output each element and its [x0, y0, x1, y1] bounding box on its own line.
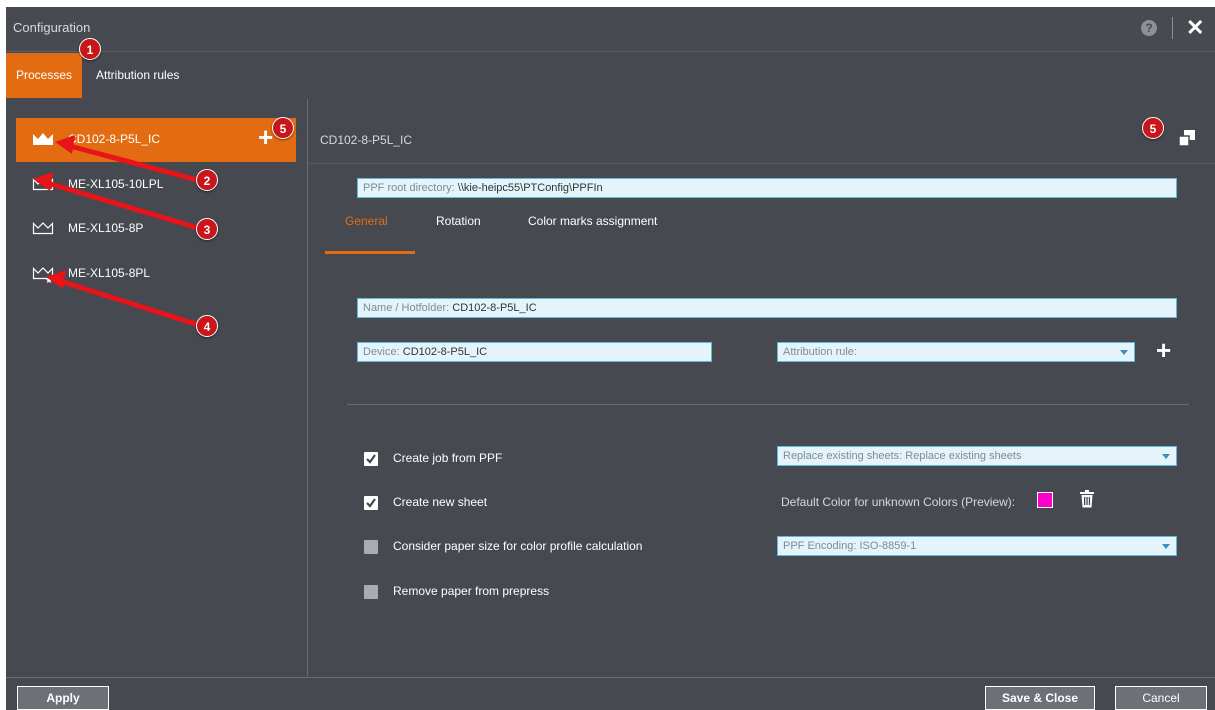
process-item-me-xl105-8pl[interactable]: ME-XL105-8PL — [16, 252, 296, 296]
crown-outline-icon — [32, 222, 54, 235]
ppf-root-directory-value: \\kie-heipc55\PTConfig\PPFIn — [457, 182, 603, 194]
help-icon[interactable]: ? — [1141, 20, 1157, 36]
process-detail: CD102-8-P5L_IC PPF root directory: \\kie… — [309, 99, 1215, 676]
create-new-sheet-checkbox[interactable] — [364, 496, 378, 510]
bottom-bar: Apply Save & Close Cancel — [6, 677, 1215, 710]
name-hotfolder-field[interactable]: Name / Hotfolder: CD102-8-P5L_IC — [357, 298, 1177, 318]
section-divider — [347, 404, 1189, 405]
name-hotfolder-label: Name / Hotfolder: — [363, 302, 450, 314]
ppf-encoding-value: ISO-8859-1 — [859, 540, 917, 552]
checkmark-icon — [366, 454, 376, 464]
remove-paper-from-prepress-label: Remove paper from prepress — [393, 584, 550, 598]
create-new-sheet-label: Create new sheet — [393, 495, 488, 509]
ppf-root-directory-field[interactable]: PPF root directory: \\kie-heipc55\PTConf… — [357, 178, 1177, 198]
save-close-button[interactable]: Save & Close — [985, 686, 1095, 710]
replace-existing-sheets-value: Replace existing sheets — [905, 450, 1022, 462]
subtab-rotation[interactable]: Rotation — [436, 214, 481, 228]
tab-attribution-rules[interactable]: Attribution rules — [90, 53, 185, 98]
chevron-down-icon — [1162, 544, 1170, 549]
replace-existing-sheets-label: Replace existing sheets: — [783, 450, 903, 462]
cancel-button[interactable]: Cancel — [1115, 686, 1207, 710]
window-title: Configuration — [13, 20, 91, 35]
callout-badge-5: 5 — [272, 117, 294, 139]
process-item-cd102[interactable]: CD102-8-P5L_IC + — [16, 118, 296, 162]
process-label: ME-XL105-10LPL — [68, 177, 164, 191]
process-label: CD102-8-P5L_IC — [68, 132, 161, 146]
header-divider — [309, 163, 1215, 164]
configuration-window: Configuration ? ✕ Processes Attribution … — [6, 7, 1215, 710]
default-color-label: Default Color for unknown Colors (Previe… — [781, 495, 1016, 509]
create-job-from-ppf-label: Create job from PPF — [393, 451, 503, 465]
subtab-color-marks-assignment[interactable]: Color marks assignment — [528, 214, 657, 228]
callout-badge-3: 3 — [196, 218, 218, 240]
process-item-me-xl105-8p[interactable]: ME-XL105-8P — [16, 207, 296, 251]
default-color-swatch[interactable] — [1037, 492, 1053, 508]
subtab-active-indicator — [325, 251, 415, 254]
consider-paper-size-label: Consider paper size for color profile ca… — [393, 539, 643, 553]
chevron-down-icon — [1120, 350, 1128, 355]
device-label: Device: — [363, 346, 400, 358]
subtab-general[interactable]: General — [345, 214, 388, 228]
name-hotfolder-value: CD102-8-P5L_IC — [452, 302, 537, 314]
ppf-encoding-label: PPF Encoding: — [783, 540, 857, 552]
create-job-from-ppf-checkbox[interactable] — [364, 452, 378, 466]
callout-badge-4: 4 — [196, 315, 218, 337]
add-process-icon[interactable]: + — [258, 122, 273, 152]
checkmark-icon — [366, 498, 376, 508]
remove-paper-from-prepress-checkbox[interactable] — [364, 585, 378, 599]
ppf-encoding-select[interactable]: PPF Encoding: ISO-8859-1 — [777, 536, 1177, 556]
main-tabs: Processes Attribution rules — [6, 53, 1215, 98]
consider-paper-size-checkbox[interactable] — [364, 540, 378, 554]
close-icon[interactable]: ✕ — [1186, 15, 1204, 41]
chevron-down-icon — [1162, 454, 1170, 459]
callout-badge-1: 1 — [79, 38, 101, 60]
add-attribution-rule-icon[interactable]: + — [1156, 337, 1171, 363]
crown-star-icon — [32, 267, 54, 284]
callout-badge-5-detach: 5 — [1142, 117, 1164, 139]
replace-existing-sheets-select[interactable]: Replace existing sheets: Replace existin… — [777, 446, 1177, 466]
callout-badge-2: 2 — [196, 169, 218, 191]
tab-processes[interactable]: Processes — [6, 53, 82, 98]
device-field[interactable]: Device: CD102-8-P5L_IC — [357, 342, 712, 362]
title-separator — [1172, 17, 1173, 39]
process-label: ME-XL105-8PL — [68, 266, 151, 280]
crown-outline-icon — [32, 178, 54, 191]
device-value: CD102-8-P5L_IC — [402, 346, 488, 358]
trash-icon[interactable] — [1080, 490, 1094, 508]
title-bar: Configuration ? ✕ — [6, 7, 1215, 52]
attribution-rule-select[interactable]: Attribution rule: — [777, 342, 1135, 362]
attribution-rule-label: Attribution rule: — [783, 346, 857, 358]
process-item-me-xl105-10lpl[interactable]: ME-XL105-10LPL — [16, 163, 296, 207]
crown-filled-icon — [33, 133, 53, 145]
detach-window-icon[interactable] — [1178, 129, 1196, 147]
process-label: ME-XL105-8P — [68, 221, 144, 235]
ppf-root-directory-label: PPF root directory: — [363, 182, 455, 194]
process-list: CD102-8-P5L_IC + ME-XL105-10LPL ME-XL105… — [6, 99, 308, 676]
detail-title: CD102-8-P5L_IC — [320, 133, 413, 147]
apply-button[interactable]: Apply — [17, 686, 109, 710]
